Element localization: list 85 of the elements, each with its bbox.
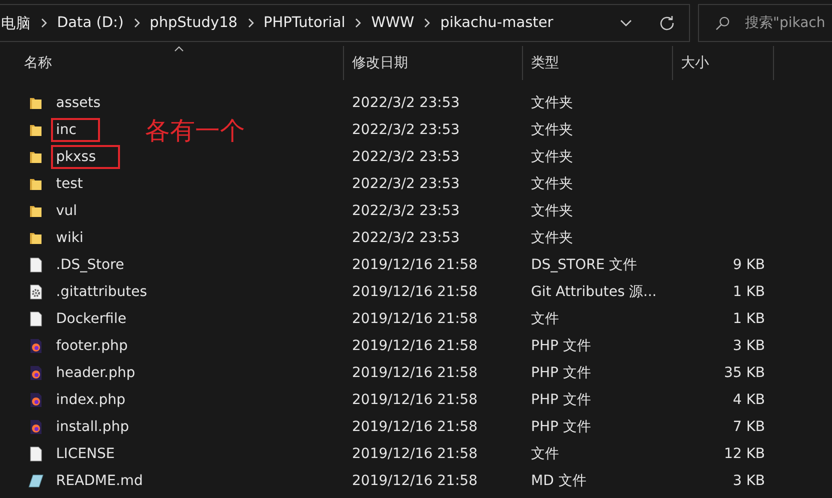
- chevron-right-icon: [423, 17, 432, 29]
- chevron-right-icon: [40, 17, 48, 29]
- modified-date: 2022/3/2 23:53: [352, 202, 460, 218]
- file-type: 文件夹: [531, 174, 573, 192]
- file-icon: [28, 256, 44, 272]
- file-size: 35 KB: [724, 364, 765, 380]
- breadcrumb[interactable]: Data (D:): [57, 15, 124, 31]
- modified-date: 2019/12/16 21:58: [352, 364, 478, 380]
- file-size: 3 KB: [732, 472, 765, 488]
- column-header[interactable]: 名称: [0, 46, 344, 80]
- column-header[interactable]: 大小: [673, 46, 774, 80]
- breadcrumb[interactable]: PHPTutorial: [264, 15, 346, 31]
- modified-date: 2019/12/16 21:58: [352, 472, 478, 488]
- browser-file-icon: [28, 418, 44, 434]
- address-bar[interactable]: 电脑 Data (D:) phpStudy18 PHPTutorial WWW pikachu-master: [0, 4, 690, 42]
- search-field[interactable]: 搜索"pikach: [698, 4, 832, 42]
- file-type: 文件夹: [531, 120, 573, 138]
- file-size: 4 KB: [732, 392, 765, 408]
- file-type: 文件夹: [531, 148, 573, 166]
- file-type: 文件夹: [531, 228, 573, 246]
- file-name[interactable]: .DS_Store: [51, 252, 130, 276]
- file-size: 9 KB: [732, 256, 765, 272]
- search-icon: [715, 16, 730, 31]
- file-name[interactable]: assets: [51, 90, 106, 114]
- sort-caret-icon: [174, 46, 184, 52]
- file-size: 12 KB: [724, 446, 765, 462]
- file-size: 1 KB: [732, 284, 765, 300]
- file-size: 1 KB: [732, 310, 765, 326]
- file-name[interactable]: .gitattributes: [51, 280, 152, 304]
- browser-file-icon: [28, 392, 44, 408]
- file-type: 文件夹: [531, 94, 573, 112]
- modified-date: 2022/3/2 23:53: [352, 94, 460, 110]
- annotation-text: 各有一个: [145, 115, 245, 147]
- file-type: DS_STORE 文件: [531, 256, 638, 274]
- file-type: PHP 文件: [531, 418, 591, 436]
- file-type: 文件: [531, 444, 559, 462]
- file-type: PHP 文件: [531, 336, 591, 354]
- file-type: 文件夹: [531, 202, 573, 220]
- chevron-right-icon: [354, 17, 362, 29]
- modified-date: 2019/12/16 21:58: [352, 392, 478, 408]
- refresh-icon[interactable]: [659, 15, 675, 31]
- modified-date: 2019/12/16 21:58: [352, 256, 478, 272]
- file-size: 3 KB: [732, 338, 765, 354]
- file-name[interactable]: LICENSE: [51, 442, 120, 466]
- file-icon: [28, 310, 44, 326]
- modified-date: 2019/12/16 21:58: [352, 310, 478, 326]
- file-icon: [28, 446, 44, 462]
- file-name[interactable]: footer.php: [51, 334, 133, 358]
- breadcrumb[interactable]: 电脑: [1, 14, 31, 32]
- file-type: 文件: [531, 310, 559, 328]
- modified-date: 2022/3/2 23:53: [352, 176, 460, 192]
- column-header[interactable]: 类型: [523, 46, 673, 80]
- file-name[interactable]: pkxss: [51, 144, 120, 168]
- modified-date: 2022/3/2 23:53: [352, 122, 460, 138]
- modified-date: 2019/12/16 21:58: [352, 446, 478, 462]
- browser-file-icon: [28, 364, 44, 380]
- file-name[interactable]: README.md: [51, 468, 148, 492]
- file-type: MD 文件: [531, 472, 586, 490]
- breadcrumb[interactable]: WWW: [371, 15, 414, 31]
- modified-date: 2019/12/16 21:58: [352, 284, 478, 300]
- chevron-right-icon: [246, 17, 255, 29]
- dropdown-icon[interactable]: [620, 19, 632, 27]
- file-name[interactable]: inc: [51, 118, 100, 142]
- document-icon: [28, 472, 44, 488]
- file-type: Git Attributes 源...: [531, 282, 657, 300]
- column-header[interactable]: 修改日期: [344, 46, 523, 80]
- browser-file-icon: [28, 338, 44, 354]
- modified-date: 2019/12/16 21:58: [352, 338, 478, 354]
- modified-date: 2019/12/16 21:58: [352, 418, 478, 434]
- file-size: 7 KB: [732, 418, 765, 434]
- file-type: PHP 文件: [531, 390, 591, 408]
- breadcrumb[interactable]: pikachu-master: [440, 15, 554, 31]
- chevron-right-icon: [132, 17, 141, 29]
- file-type: PHP 文件: [531, 364, 591, 382]
- file-name[interactable]: test: [51, 172, 88, 196]
- breadcrumb[interactable]: phpStudy18: [150, 15, 238, 31]
- modified-date: 2022/3/2 23:53: [352, 230, 460, 246]
- file-name[interactable]: vul: [51, 198, 82, 222]
- file-name[interactable]: index.php: [51, 388, 130, 412]
- file-name[interactable]: wiki: [51, 226, 88, 250]
- file-name[interactable]: Dockerfile: [51, 306, 132, 330]
- file-name[interactable]: header.php: [51, 360, 140, 384]
- modified-date: 2022/3/2 23:53: [352, 148, 460, 164]
- file-name[interactable]: install.php: [51, 414, 134, 438]
- settings-file-icon: [28, 284, 44, 300]
